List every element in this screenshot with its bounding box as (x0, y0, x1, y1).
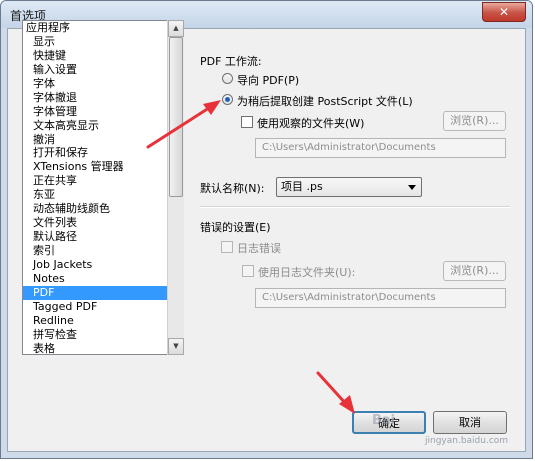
watch-folder-path-field[interactable]: C:\Users\Administrator\Documents (255, 138, 506, 158)
scroll-down-icon: ▼ (173, 342, 179, 350)
default-name-value: 项目 .ps (281, 180, 323, 193)
sidebar-item[interactable]: Tagged PDF (23, 300, 173, 314)
sidebar-item[interactable]: 字体撤退 (23, 91, 173, 105)
watch-folder-browse-button[interactable]: 浏览(R)... (443, 111, 506, 131)
direct-to-pdf-radio[interactable] (222, 73, 233, 84)
sidebar-item[interactable]: 索引 (23, 244, 173, 258)
cancel-button[interactable]: 取消 (433, 411, 507, 434)
log-folder-path-field[interactable]: C:\Users\Administrator\Documents (255, 288, 506, 308)
log-folder-checkbox[interactable] (242, 265, 254, 277)
sidebar-item[interactable]: 快捷键 (23, 49, 173, 63)
sidebar-item[interactable]: 撤消 (23, 133, 173, 147)
sidebar-item[interactable]: Redline (23, 314, 173, 328)
sidebar-item[interactable]: 显示 (23, 35, 173, 49)
chevron-down-icon (408, 185, 416, 190)
sidebar-item[interactable]: 字体 (23, 77, 173, 91)
sidebar-item[interactable]: 文本高亮显示 (23, 119, 173, 133)
log-folder-browse-button[interactable]: 浏览(R)... (443, 261, 506, 281)
sidebar-item[interactable]: 文件列表 (23, 216, 173, 230)
watch-folder-label[interactable]: 使用观察的文件夹(W) (257, 115, 364, 131)
scroll-up-button[interactable]: ▲ (168, 20, 184, 37)
watermark-url: jingyan.baidu.com (425, 436, 509, 446)
error-settings-label: 错误的设置(E) (200, 221, 271, 234)
sidebar-item[interactable]: 动态辅助线颜色 (23, 202, 173, 216)
sidebar-item[interactable]: 输入设置 (23, 63, 173, 77)
scroll-thumb[interactable] (169, 37, 183, 197)
sidebar-item[interactable]: 字体管理 (23, 105, 173, 119)
sidebar-item[interactable]: PDF (23, 285, 173, 300)
close-button[interactable]: ✕ (482, 2, 526, 22)
log-errors-checkbox[interactable] (221, 241, 233, 253)
sidebar-item[interactable]: XTensions 管理器 (23, 160, 173, 174)
pdf-workflow-label: PDF 工作流: (200, 55, 262, 68)
default-name-select[interactable]: 项目 .ps (276, 177, 422, 197)
close-icon: ✕ (498, 5, 510, 19)
sidebar-item[interactable]: 正在共享 (23, 174, 173, 188)
scroll-down-button[interactable]: ▼ (168, 338, 184, 355)
watch-folder-checkbox[interactable] (241, 116, 253, 128)
postscript-label[interactable]: 为稍后提取创建 PostScript 文件(L) (237, 93, 413, 109)
separator (200, 206, 510, 208)
scroll-up-icon: ▲ (173, 24, 179, 32)
category-list-scrollbar[interactable]: ▲ ▼ (167, 20, 184, 355)
preferences-category-list[interactable]: 应用程序 显示 快捷键 输入设置 字体 字体撤退 字体管理 文本高亮显示 撤消 打开和保存 XTen… (22, 20, 174, 355)
sidebar-item[interactable]: 拼写检查 (23, 328, 173, 342)
sidebar-item[interactable]: Notes (23, 272, 173, 286)
default-name-label: 默认名称(N): (200, 182, 265, 195)
sidebar-item[interactable]: 表格 (23, 342, 173, 354)
log-errors-label[interactable]: 日志错误 (237, 240, 281, 256)
direct-to-pdf-label[interactable]: 导向 PDF(P) (237, 72, 299, 88)
sidebar-item[interactable]: 应用程序 (23, 21, 173, 35)
log-folder-label[interactable]: 使用日志文件夹(U): (258, 264, 355, 280)
sidebar-item[interactable]: 打开和保存 (23, 146, 173, 160)
sidebar-item[interactable]: 默认路径 (23, 230, 173, 244)
watermark-brand: Bai (372, 413, 396, 428)
sidebar-item[interactable]: Job Jackets (23, 258, 173, 272)
postscript-radio[interactable] (222, 94, 233, 105)
sidebar-item[interactable]: 东亚 (23, 188, 173, 202)
